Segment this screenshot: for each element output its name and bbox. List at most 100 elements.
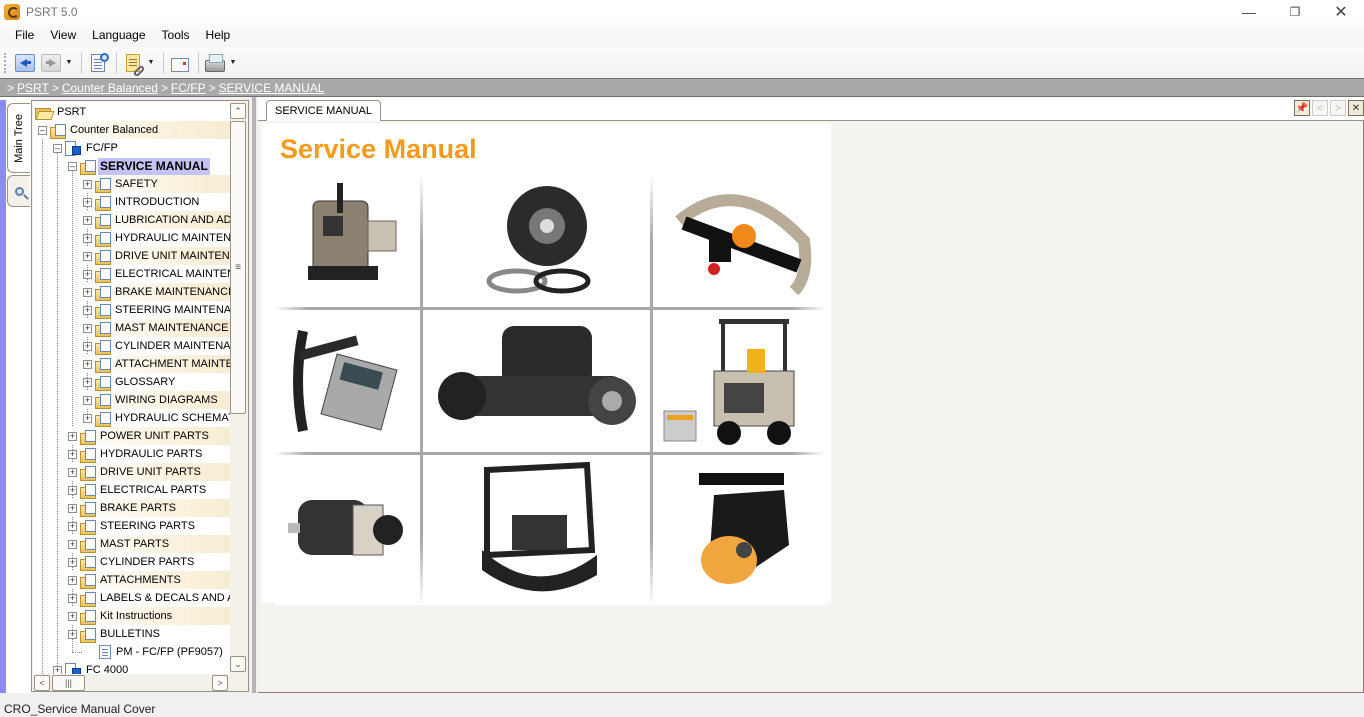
expand-icon[interactable]: + <box>83 413 92 423</box>
tree-node-section[interactable]: + DRIVE UNIT PARTS <box>68 463 230 481</box>
tree-node-section[interactable]: + Kit Instructions <box>68 607 230 625</box>
breadcrumb-psrt[interactable]: PSRT <box>17 81 49 95</box>
breadcrumb-counter-balanced[interactable]: Counter Balanced <box>62 81 158 95</box>
tree-node-section[interactable]: + BRAKE MAINTENANCE <box>83 283 230 301</box>
tree-node-section[interactable]: + ATTACHMENT MAINTENA <box>83 355 230 373</box>
tree-node-section[interactable]: + ATTACHMENTS <box>68 571 230 589</box>
breadcrumb-service-manual[interactable]: SERVICE MANUAL <box>219 81 325 95</box>
panel-splitter[interactable] <box>249 97 258 693</box>
expand-icon[interactable]: + <box>83 233 92 243</box>
close-window-button[interactable]: ✕ <box>1318 0 1364 23</box>
tree-node-section[interactable]: + WIRING DIAGRAMS <box>83 391 230 409</box>
expand-icon[interactable]: + <box>83 197 92 207</box>
expand-icon[interactable]: + <box>83 395 92 405</box>
expand-icon[interactable]: + <box>68 503 77 513</box>
scroll-right-button[interactable]: > <box>212 675 228 691</box>
scroll-up-button[interactable]: ⌃ <box>230 103 246 119</box>
notes-link-dropdown[interactable]: ▼ <box>147 51 155 75</box>
tree-node-category[interactable]: – Counter Balanced <box>38 121 230 139</box>
forward-dropdown[interactable]: ▼ <box>65 51 73 75</box>
expand-icon[interactable]: + <box>68 575 77 585</box>
tree-node-section[interactable]: + HYDRAULIC PARTS <box>68 445 230 463</box>
expand-icon[interactable]: + <box>53 665 62 674</box>
collapse-icon[interactable]: – <box>38 125 47 135</box>
forward-button[interactable] <box>39 51 63 75</box>
document-viewer[interactable]: Service Manual <box>258 121 1364 693</box>
expand-icon[interactable]: + <box>83 377 92 387</box>
expand-icon[interactable]: + <box>68 431 77 441</box>
expand-icon[interactable]: + <box>68 449 77 459</box>
expand-icon[interactable]: + <box>68 521 77 531</box>
toolbar-grip[interactable] <box>4 52 7 73</box>
tree-node-section[interactable]: + POWER UNIT PARTS <box>68 427 230 445</box>
tree-node-service-manual[interactable]: – SERVICE MANUAL <box>68 157 210 175</box>
expand-icon[interactable]: + <box>83 323 92 333</box>
tree-node-next-model[interactable]: + FC 4000 <box>53 661 130 674</box>
expand-icon[interactable]: + <box>68 557 77 567</box>
tree-horizontal-scrollbar[interactable]: < ||| > <box>33 674 230 691</box>
print-dropdown[interactable]: ▼ <box>229 51 237 75</box>
expand-icon[interactable]: + <box>83 179 92 189</box>
tree-vertical-scrollbar[interactable]: ⌃ ≡ ⌄ <box>230 102 247 674</box>
tree-node-section[interactable]: + GLOSSARY <box>83 373 230 391</box>
menu-tools[interactable]: Tools <box>154 28 198 42</box>
expand-icon[interactable]: + <box>68 485 77 495</box>
tree-node-section[interactable]: + HYDRAULIC SCHEMATIC <box>83 409 230 427</box>
horizontal-scroll-thumb[interactable]: ||| <box>52 675 85 691</box>
expand-icon[interactable]: + <box>83 269 92 279</box>
tab-main-tree[interactable]: Main Tree <box>7 103 30 173</box>
menu-help[interactable]: Help <box>198 28 239 42</box>
tab-service-manual[interactable]: SERVICE MANUAL <box>266 100 381 122</box>
tree-node-section[interactable]: + CYLINDER MAINTENANC <box>83 337 230 355</box>
next-tab-button[interactable]: > <box>1330 100 1346 116</box>
tree-node-section[interactable]: + INTRODUCTION <box>83 193 230 211</box>
expand-icon[interactable]: + <box>68 593 77 603</box>
back-button[interactable] <box>13 51 37 75</box>
expand-icon[interactable]: + <box>68 611 77 621</box>
menu-view[interactable]: View <box>42 28 84 42</box>
search-document-button[interactable] <box>86 51 110 75</box>
tree-node-section[interactable]: + ELECTRICAL PARTS <box>68 481 230 499</box>
expand-icon[interactable]: + <box>83 251 92 261</box>
previous-tab-button[interactable]: < <box>1312 100 1328 116</box>
tree-node-section[interactable]: + MAST PARTS <box>68 535 230 553</box>
print-button[interactable] <box>203 51 227 75</box>
menu-file[interactable]: File <box>7 28 42 42</box>
collapse-icon[interactable]: – <box>68 161 77 171</box>
breadcrumb-fc-fp[interactable]: FC/FP <box>171 81 206 95</box>
tree-node-section[interactable]: + STEERING MAINTENANC <box>83 301 230 319</box>
expand-icon[interactable]: + <box>68 629 77 639</box>
close-tab-button[interactable]: ✕ <box>1348 100 1364 116</box>
email-button[interactable] <box>168 51 192 75</box>
tree-node-document[interactable]: PM - FC/FP (PF9057) <box>72 643 225 661</box>
expand-icon[interactable]: + <box>83 341 92 351</box>
tree-node-section[interactable]: + ELECTRICAL MAINTENAI <box>83 265 230 283</box>
expand-icon[interactable]: + <box>83 305 92 315</box>
tree-node-section[interactable]: + BRAKE PARTS <box>68 499 230 517</box>
tree-node-section[interactable]: + LABELS & DECALS AND ACC <box>68 589 230 607</box>
scroll-left-button[interactable]: < <box>34 675 50 691</box>
tree-node-section[interactable]: + DRIVE UNIT MAINTENAN <box>83 247 230 265</box>
expand-icon[interactable]: + <box>83 359 92 369</box>
menu-language[interactable]: Language <box>84 28 153 42</box>
pin-button[interactable]: 📌 <box>1294 100 1310 116</box>
scroll-down-button[interactable]: ⌄ <box>230 656 246 672</box>
tree-node-section[interactable]: + CYLINDER PARTS <box>68 553 230 571</box>
restore-button[interactable]: ❐ <box>1272 0 1318 23</box>
tree-node-section[interactable]: + STEERING PARTS <box>68 517 230 535</box>
tree-node-section[interactable]: + SAFETY <box>83 175 230 193</box>
minimize-button[interactable]: — <box>1226 0 1272 23</box>
expand-icon[interactable]: + <box>68 539 77 549</box>
expand-icon[interactable]: + <box>83 215 92 225</box>
tree-node-section[interactable]: + MAST MAINTENANCE <box>83 319 230 337</box>
collapse-icon[interactable]: – <box>53 143 62 153</box>
tab-search[interactable] <box>7 175 30 207</box>
expand-icon[interactable]: + <box>68 467 77 477</box>
expand-icon[interactable]: + <box>83 287 92 297</box>
tree-node-section[interactable]: + LUBRICATION AND ADJU <box>83 211 230 229</box>
tree-node-model[interactable]: – FC/FP <box>53 139 120 157</box>
tree-node-root[interactable]: PSRT <box>35 103 88 121</box>
scroll-thumb[interactable]: ≡ <box>230 121 246 414</box>
notes-link-button[interactable] <box>121 51 146 77</box>
tree-node-section[interactable]: + HYDRAULIC MAINTENAN <box>83 229 230 247</box>
